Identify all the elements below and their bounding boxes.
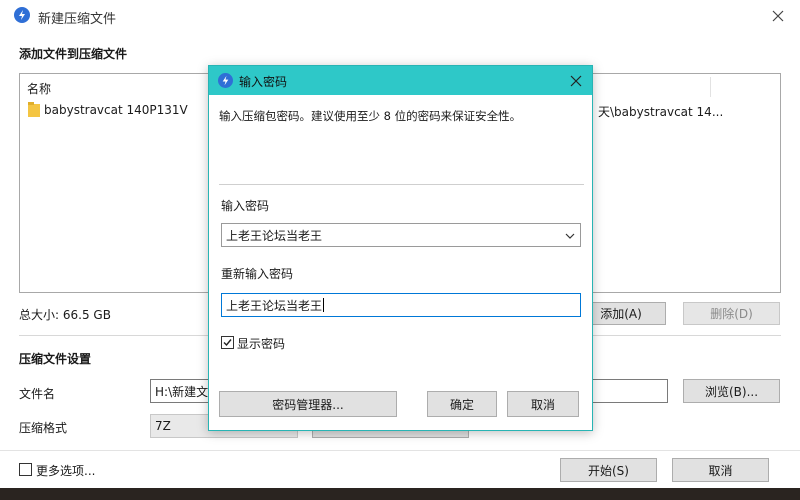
column-header-name[interactable]: 名称 xyxy=(27,80,51,97)
title-bar: 新建压缩文件 xyxy=(0,0,800,32)
dialog-description: 输入压缩包密码。建议使用至少 8 位的密码来保证安全性。 xyxy=(219,109,522,123)
more-options-checkbox[interactable] xyxy=(19,463,32,476)
window-title: 新建压缩文件 xyxy=(38,12,117,27)
section-files-heading: 添加文件到压缩文件 xyxy=(19,47,128,61)
password-combo[interactable]: 上老王论坛当老王 xyxy=(221,223,581,247)
password-label: 输入密码 xyxy=(221,199,270,213)
delete-button[interactable]: 删除(D) xyxy=(683,302,780,325)
chevron-down-icon[interactable] xyxy=(564,230,576,242)
main-cancel-button[interactable]: 取消 xyxy=(672,458,769,482)
password-dialog: 输入密码 输入压缩包密码。建议使用至少 8 位的密码来保证安全性。 输入密码 上… xyxy=(208,65,593,431)
text-caret xyxy=(323,298,325,312)
reenter-label: 重新输入密码 xyxy=(221,267,294,281)
dialog-title: 输入密码 xyxy=(239,75,288,89)
file-path: 天\babystravcat 14... xyxy=(598,105,724,119)
more-options-label[interactable]: 更多选项... xyxy=(36,462,95,479)
background-strip xyxy=(0,488,800,500)
dialog-cancel-button[interactable]: 取消 xyxy=(507,391,579,417)
app-icon xyxy=(14,7,30,23)
filename-label: 文件名 xyxy=(19,387,56,401)
show-password-label[interactable]: 显示密码 xyxy=(237,335,285,352)
reenter-value: 上老王论坛当老王 xyxy=(226,298,323,313)
dialog-ok-button[interactable]: 确定 xyxy=(427,391,497,417)
dialog-app-icon xyxy=(218,73,233,88)
reenter-password-input[interactable]: 上老王论坛当老王 xyxy=(221,293,581,317)
start-button[interactable]: 开始(S) xyxy=(560,458,657,482)
close-icon[interactable] xyxy=(768,6,788,26)
format-label: 压缩格式 xyxy=(19,421,68,435)
password-value: 上老王论坛当老王 xyxy=(226,228,323,243)
file-name: babystravcat 140P131V xyxy=(44,103,188,117)
column-divider xyxy=(710,77,711,97)
dialog-title-bar: 输入密码 xyxy=(209,66,592,95)
show-password-checkbox[interactable] xyxy=(221,336,234,349)
folder-icon xyxy=(28,102,40,117)
dialog-divider xyxy=(219,184,584,185)
divider-bottom xyxy=(0,450,800,451)
dialog-close-icon[interactable] xyxy=(567,72,585,90)
browse-button[interactable]: 浏览(B)... xyxy=(683,379,780,403)
section-settings-heading: 压缩文件设置 xyxy=(19,352,92,366)
total-size: 总大小: 66.5 GB xyxy=(19,308,111,322)
password-manager-button[interactable]: 密码管理器... xyxy=(219,391,397,417)
checkmark-icon xyxy=(223,339,232,347)
